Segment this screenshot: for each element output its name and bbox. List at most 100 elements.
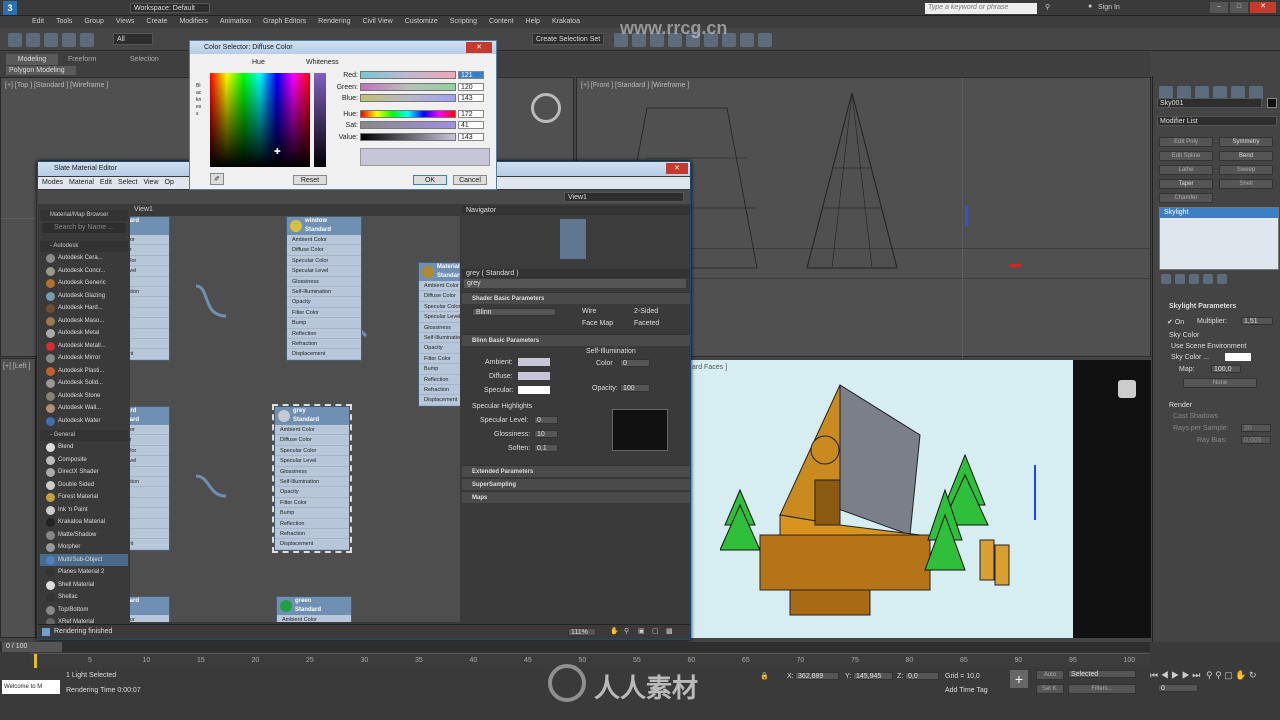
zoom-extents-icon[interactable]: ▢ xyxy=(652,627,659,635)
play-icon[interactable]: ▶ xyxy=(1171,670,1179,680)
browser-search[interactable]: Search by Name ... xyxy=(42,223,126,233)
browser-item[interactable]: Autodesk Maso... xyxy=(40,315,128,328)
modifier-button[interactable]: Shell xyxy=(1219,179,1273,189)
sme-menu-op[interactable]: Op xyxy=(165,179,174,186)
rays-spinner[interactable]: 20 xyxy=(1241,424,1271,432)
node-slot[interactable]: Specular Color xyxy=(130,446,169,457)
menu-tools[interactable]: Tools xyxy=(50,16,78,28)
node-header[interactable]: Standard xyxy=(130,217,169,235)
node-slot[interactable]: Opacity xyxy=(287,297,361,308)
browser-item[interactable]: Krakatoa Material xyxy=(40,516,128,529)
color-slider[interactable] xyxy=(360,132,456,141)
zoom-all-icon[interactable]: ⚲ xyxy=(1215,670,1222,680)
auto-key-button[interactable]: Auto xyxy=(1036,670,1064,680)
pe-name-field[interactable]: grey xyxy=(464,279,686,288)
viewport-left[interactable]: [+] [Left ] xyxy=(0,358,36,638)
menu-graph-editors[interactable]: Graph Editors xyxy=(257,16,312,28)
node-slot[interactable]: Displacement xyxy=(130,349,169,360)
modifier-stack[interactable]: Skylight xyxy=(1159,207,1279,270)
sme-menu-material[interactable]: Material xyxy=(69,179,94,186)
eyedropper-button[interactable]: ✐ xyxy=(210,173,224,185)
browser-item[interactable]: DirectX Shader xyxy=(40,466,128,479)
modifier-button[interactable]: Edit Spline xyxy=(1159,151,1213,161)
node-slot[interactable]: Ambient Color xyxy=(130,425,169,436)
menu-customize[interactable]: Customize xyxy=(399,16,444,28)
rollout-maps[interactable]: Maps xyxy=(462,491,690,503)
node-slot[interactable]: Self-Illumination xyxy=(130,287,169,298)
color-spinner[interactable]: 120 xyxy=(458,82,484,91)
user-icon[interactable]: ● xyxy=(1088,3,1092,10)
viewport-label[interactable]: [+] [Front ] [Standard ] [Wireframe ] xyxy=(581,82,689,89)
sme-menu-modes[interactable]: Modes xyxy=(42,179,63,186)
color-spinner[interactable]: 41 xyxy=(458,121,484,129)
undo-icon[interactable] xyxy=(8,33,22,47)
sme-menu-edit[interactable]: Edit xyxy=(100,179,112,186)
node-slot[interactable]: Ambient Color xyxy=(275,425,349,436)
bind-icon[interactable] xyxy=(80,33,94,47)
prev-frame-icon[interactable]: ◀ xyxy=(1161,670,1169,680)
browser-item[interactable]: Autodesk Cera... xyxy=(40,252,128,265)
soften-spinner[interactable]: 0,1 xyxy=(534,444,558,452)
teapot-icon[interactable] xyxy=(758,33,772,47)
cancel-button[interactable]: Cancel xyxy=(453,175,487,185)
menu-create[interactable]: Create xyxy=(140,16,173,28)
node-slot[interactable]: Refraction xyxy=(130,529,169,540)
goto-end-icon[interactable]: ⏭ xyxy=(1192,670,1200,680)
modifier-button[interactable]: Taper xyxy=(1159,179,1213,189)
node-header[interactable]: Standard xyxy=(130,597,169,615)
menu-group[interactable]: Group xyxy=(78,16,109,28)
browser-item[interactable]: Autodesk Solid... xyxy=(40,377,128,390)
node-slot[interactable]: Reflection xyxy=(130,329,169,339)
browser-item[interactable]: Top/Bottom xyxy=(40,604,128,617)
node-header[interactable]: green Standard xyxy=(277,597,351,615)
node-slot[interactable]: Glossiness xyxy=(287,277,361,287)
browser-item[interactable]: Morpher xyxy=(40,541,128,554)
pan-icon[interactable]: ✋ xyxy=(610,627,619,635)
ambient-swatch[interactable] xyxy=(518,358,550,366)
browser-item[interactable]: Forest Material xyxy=(40,491,128,504)
node-slot[interactable]: Bump xyxy=(130,318,169,329)
node-slot[interactable]: Reflection xyxy=(130,519,169,529)
node-slot[interactable]: Self-Illumination xyxy=(130,477,169,488)
viewport-label[interactable]: [+] [Left ] xyxy=(3,363,30,370)
node-slot[interactable]: Opacity xyxy=(130,297,169,308)
menu-civil-view[interactable]: Civil View xyxy=(356,16,398,28)
menu-modifiers[interactable]: Modifiers xyxy=(173,16,213,28)
node-slot[interactable]: Specular Level xyxy=(130,266,169,277)
color-spinner[interactable]: 172 xyxy=(458,109,484,118)
node-slot[interactable]: Reflection xyxy=(419,375,460,385)
rollout-supersampling[interactable]: SuperSampling xyxy=(462,478,690,490)
ok-button[interactable]: OK xyxy=(413,175,447,185)
close-button[interactable]: ✕ xyxy=(1250,2,1276,13)
cs-close-button[interactable]: ✕ xyxy=(466,42,492,53)
modifier-button[interactable]: Chamfer xyxy=(1159,193,1213,203)
browser-item[interactable]: Matte/Shadow xyxy=(40,529,128,542)
node-slot[interactable]: Filter Color xyxy=(287,308,361,319)
whiteness-bar[interactable] xyxy=(314,73,326,167)
modifier-button[interactable]: Sweep xyxy=(1219,165,1273,175)
zoom-field[interactable]: 111% xyxy=(568,628,596,636)
modifier-button[interactable]: Bend xyxy=(1219,151,1273,161)
node-slot[interactable]: Specular Color xyxy=(419,302,460,313)
redo-icon[interactable] xyxy=(26,33,40,47)
node-slot[interactable]: Filter Color xyxy=(275,498,349,509)
stack-item-skylight[interactable]: Skylight xyxy=(1160,208,1278,218)
node-slot[interactable]: Opacity xyxy=(419,343,460,354)
node-slot[interactable]: Ambient Color xyxy=(130,615,169,622)
color-slider[interactable] xyxy=(360,109,456,118)
node-slot[interactable]: Glossiness xyxy=(130,467,169,477)
browser-item[interactable]: Blend xyxy=(40,441,128,454)
browser-item[interactable]: Autodesk Metal xyxy=(40,327,128,340)
time-slider-handle[interactable]: 0 / 100 xyxy=(2,642,62,652)
color-selector-dialog[interactable]: Color Selector: Diffuse Color ✕ Hue Whit… xyxy=(189,40,497,190)
browser-item[interactable]: Shell Material xyxy=(40,579,128,592)
multiplier-spinner[interactable]: 1,51 xyxy=(1241,317,1273,325)
browser-item[interactable]: Multi/Sub-Object xyxy=(40,553,128,566)
object-color-swatch[interactable] xyxy=(1267,98,1277,108)
browser-item[interactable]: Ink 'n Paint xyxy=(40,504,128,517)
navigator-panel[interactable] xyxy=(462,215,690,267)
app-logo-icon[interactable]: 3 xyxy=(3,1,17,15)
browser-item[interactable]: Shellac xyxy=(40,591,128,604)
sme-menu-view[interactable]: View xyxy=(143,179,158,186)
z-coordinate[interactable]: 0,0 xyxy=(905,672,939,680)
